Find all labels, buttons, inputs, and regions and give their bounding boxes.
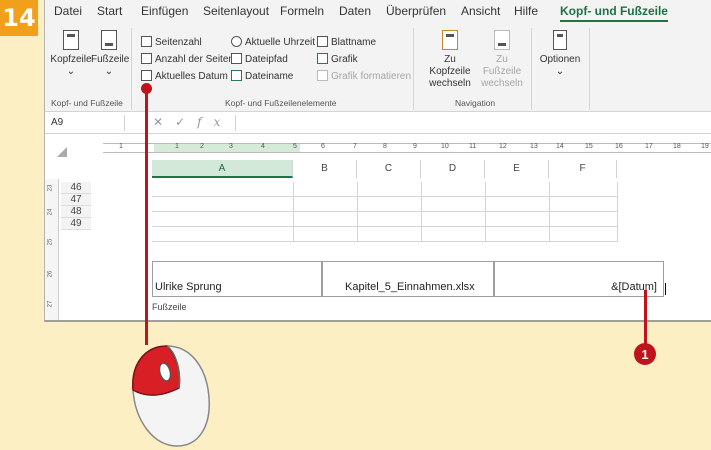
chevron-down-icon: ⌄ <box>66 66 76 77</box>
tab-datei[interactable]: Datei <box>54 4 82 18</box>
group-label-elements: Kopf- und Fußzeilenelemente <box>225 98 337 108</box>
ribbon-separator <box>131 28 132 110</box>
fx-icon[interactable]: fx <box>197 115 232 129</box>
options-button[interactable]: Optionen ⌄ <box>537 30 583 78</box>
callout-line <box>644 290 647 346</box>
tab-daten[interactable]: Daten <box>339 4 371 18</box>
file-path-button[interactable]: Dateipfad <box>231 53 288 65</box>
tab-seitenlayout[interactable]: Seitenlayout <box>203 4 269 18</box>
tab-einfuegen[interactable]: Einfügen <box>141 4 188 18</box>
table-row <box>152 182 617 197</box>
group-label-header-footer: Kopf- und Fußzeile <box>51 98 123 108</box>
page-count-button[interactable]: Anzahl der Seiten <box>141 53 234 65</box>
tab-ueberpruefen[interactable]: Überprüfen <box>386 4 446 18</box>
footer-button[interactable]: Fußzeile ⌄ <box>91 30 129 78</box>
options-icon <box>553 30 567 50</box>
column-headers: A B C D E F <box>152 160 711 178</box>
vertical-ruler: 23 24 25 26 27 <box>45 179 59 320</box>
page-number-button[interactable]: Seitenzahl <box>141 36 202 48</box>
table-row <box>152 197 617 212</box>
step-badge: 14 <box>0 0 38 36</box>
column-header-e[interactable]: E <box>485 160 549 178</box>
footer-right-text: &[Datum] <box>611 281 657 293</box>
ribbon-tabs: Datei Start Einfügen Seitenlayout Formel… <box>45 0 711 22</box>
cell-grid[interactable] <box>152 182 618 242</box>
grid-line <box>617 182 618 242</box>
folder-icon <box>231 53 242 64</box>
picture-button[interactable]: Grafik <box>317 53 358 65</box>
table-row <box>152 227 617 242</box>
page-count-icon <box>141 53 152 64</box>
tab-hilfe[interactable]: Hilfe <box>514 4 538 18</box>
footer-label: Fußzeile <box>152 302 187 312</box>
footer-left-section[interactable]: Ulrike Sprung <box>152 261 322 297</box>
header-icon <box>63 30 79 50</box>
formula-input[interactable] <box>235 115 711 131</box>
goto-header-button[interactable]: Zu Kopfzeile wechseln <box>423 30 477 90</box>
goto-header-icon <box>442 30 458 50</box>
mouse-icon <box>132 345 210 447</box>
text-cursor <box>665 283 666 295</box>
column-header-b[interactable]: B <box>293 160 357 178</box>
tab-formeln[interactable]: Formeln <box>280 4 324 18</box>
current-time-button[interactable]: Aktuelle Uhrzeit <box>231 36 315 48</box>
chevron-down-icon: ⌄ <box>555 66 565 77</box>
ribbon-separator <box>589 28 590 110</box>
goto-footer-icon <box>494 30 510 50</box>
row-header-49[interactable]: 49 <box>61 218 91 230</box>
column-header-a[interactable]: A <box>152 160 293 178</box>
column-header-c[interactable]: C <box>357 160 421 178</box>
clock-icon <box>231 36 242 47</box>
table-row <box>152 212 617 227</box>
group-label-navigation: Navigation <box>455 98 496 108</box>
footer-center-text: Kapitel_5_Einnahmen.xlsx <box>345 281 475 293</box>
footer-icon <box>101 30 117 50</box>
format-picture-button[interactable]: Grafik formatieren <box>317 70 411 82</box>
formula-actions: ✕✓fx <box>153 115 232 129</box>
format-picture-icon <box>317 70 328 81</box>
file-name-button[interactable]: Dateiname <box>231 70 293 82</box>
callout-badge: 1 <box>634 343 656 365</box>
sheet-name-button[interactable]: Blattname <box>317 36 376 48</box>
tab-ansicht[interactable]: Ansicht <box>461 4 500 18</box>
chevron-down-icon: ⌄ <box>104 66 114 77</box>
sheet-icon <box>317 36 328 47</box>
ribbon-separator <box>531 28 532 110</box>
marker-line <box>145 90 148 345</box>
cancel-icon[interactable]: ✕ <box>153 115 175 129</box>
current-date-button[interactable]: Aktuelles Datum <box>141 70 228 82</box>
file-icon <box>231 70 242 81</box>
footer-left-text: Ulrike Sprung <box>155 281 222 293</box>
ribbon-separator <box>413 28 414 110</box>
footer-right-section[interactable]: &[Datum] <box>494 261 664 297</box>
goto-footer-button[interactable]: Zu Fußzeile wechseln <box>477 30 527 90</box>
calendar-icon <box>141 70 152 81</box>
row-header-48[interactable]: 48 <box>61 206 91 218</box>
horizontal-ruler: 1 1 2 3 4 5 6 7 8 9 10 11 12 13 14 15 16… <box>103 143 711 153</box>
tab-start[interactable]: Start <box>97 4 122 18</box>
column-header-d[interactable]: D <box>421 160 485 178</box>
header-button[interactable]: Kopfzeile ⌄ <box>49 30 93 78</box>
column-header-f[interactable]: F <box>549 160 617 178</box>
picture-icon <box>317 53 328 64</box>
name-box[interactable]: A9 <box>47 115 125 131</box>
tab-kopf-und-fusszeile[interactable]: Kopf- und Fußzeile <box>560 4 668 22</box>
row-header-46[interactable]: 46 <box>61 182 91 194</box>
confirm-icon[interactable]: ✓ <box>175 115 197 129</box>
footer-center-section[interactable]: Kapitel_5_Einnahmen.xlsx <box>322 261 494 297</box>
select-all-corner[interactable] <box>57 147 67 157</box>
page-number-icon <box>141 36 152 47</box>
row-headers: 46 47 48 49 <box>61 182 91 230</box>
row-header-47[interactable]: 47 <box>61 194 91 206</box>
